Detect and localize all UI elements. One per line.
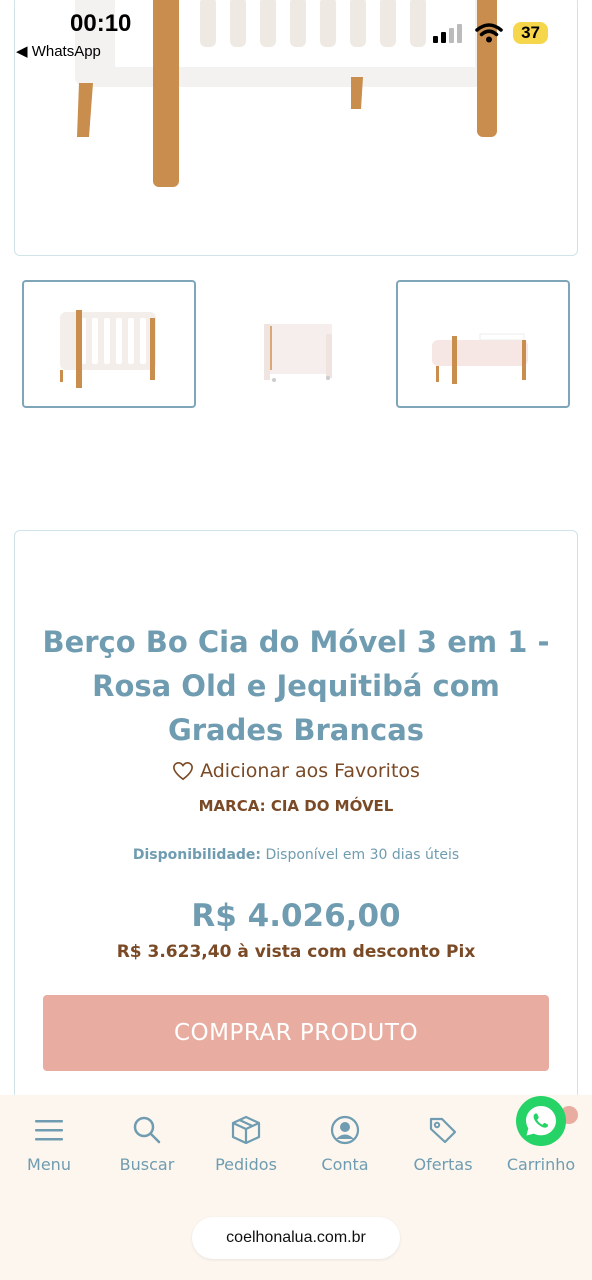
thumbnail-toddler-bed[interactable] bbox=[396, 280, 570, 408]
add-to-favorites-link[interactable]: Adicionar aos Favoritos bbox=[0, 760, 592, 782]
availability-value: Disponível em 30 dias úteis bbox=[265, 847, 460, 863]
nav-label-orders: Pedidos bbox=[215, 1155, 277, 1174]
status-icons: 37 bbox=[433, 22, 548, 44]
brand-label[interactable]: MARCA: CIA DO MÓVEL bbox=[0, 797, 592, 815]
availability-label: Disponibilidade: bbox=[132, 847, 262, 863]
menu-icon bbox=[35, 1120, 63, 1141]
back-to-whatsapp[interactable]: ◀ WhatsApp bbox=[16, 42, 101, 60]
nav-label-search: Buscar bbox=[119, 1155, 175, 1174]
product-title: Berço Bo Cia do Móvel 3 em 1 - Rosa Old … bbox=[42, 625, 550, 747]
status-time: 00:10 bbox=[70, 10, 132, 37]
favorites-label: Adicionar aos Favoritos bbox=[200, 760, 420, 782]
signal-icon bbox=[433, 24, 463, 43]
battery-indicator: 37 bbox=[513, 22, 548, 44]
heart-icon bbox=[173, 761, 193, 781]
nav-label-cart: Carrinho bbox=[506, 1155, 576, 1174]
browser-url-bar[interactable]: coelhonalua.com.br bbox=[192, 1217, 400, 1259]
user-icon bbox=[330, 1115, 360, 1145]
nav-item-menu[interactable]: Menu bbox=[0, 1115, 98, 1174]
nav-label-account: Conta bbox=[321, 1155, 369, 1174]
box-icon bbox=[231, 1115, 261, 1145]
availability: Disponibilidade: Disponível em 30 dias ú… bbox=[0, 847, 592, 863]
nav-item-orders[interactable]: Pedidos bbox=[197, 1115, 295, 1174]
pix-discount-price: R$ 3.623,40 à vista com desconto Pix bbox=[116, 942, 476, 962]
nav-item-account[interactable]: Conta bbox=[296, 1115, 394, 1174]
nav-label-offers: Ofertas bbox=[413, 1155, 473, 1174]
thumbnail-crib-front[interactable] bbox=[22, 280, 196, 408]
whatsapp-button[interactable] bbox=[516, 1096, 566, 1146]
buy-product-button[interactable]: COMPRAR PRODUTO bbox=[43, 995, 549, 1071]
product-price: R$ 4.026,00 bbox=[191, 898, 401, 934]
nav-item-offers[interactable]: Ofertas bbox=[394, 1115, 492, 1174]
tag-icon bbox=[429, 1117, 457, 1144]
wifi-icon bbox=[475, 23, 503, 43]
whatsapp-icon bbox=[526, 1106, 556, 1136]
search-icon bbox=[133, 1116, 161, 1144]
nav-item-search[interactable]: Buscar bbox=[98, 1115, 196, 1174]
nav-label-menu: Menu bbox=[27, 1155, 71, 1174]
thumbnail-crib-side[interactable] bbox=[210, 280, 384, 408]
